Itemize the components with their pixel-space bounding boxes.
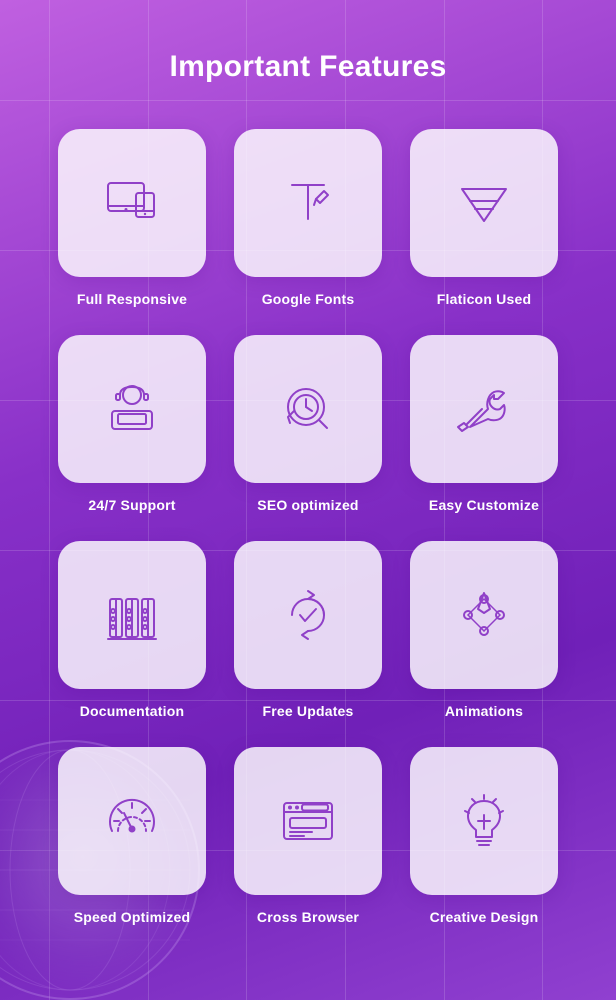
speed-icon [96, 785, 168, 857]
feature-seo: SEO optimized [231, 335, 385, 513]
feature-label-creative: Creative Design [430, 909, 539, 925]
animations-icon [448, 579, 520, 651]
feature-support: 24/7 Support [55, 335, 209, 513]
feature-label-documentation: Documentation [80, 703, 185, 719]
feature-animations: Animations [407, 541, 561, 719]
feature-flaticon-used: Flaticon Used [407, 129, 561, 307]
feature-label-support: 24/7 Support [88, 497, 175, 513]
feature-label-google-fonts: Google Fonts [262, 291, 355, 307]
feature-label-full-responsive: Full Responsive [77, 291, 187, 307]
customize-icon [448, 373, 520, 445]
feature-card-support [58, 335, 206, 483]
feature-card-animations [410, 541, 558, 689]
support-icon [96, 373, 168, 445]
creative-icon [448, 785, 520, 857]
updates-icon [272, 579, 344, 651]
feature-updates: Free Updates [231, 541, 385, 719]
responsive-icon [96, 167, 168, 239]
seo-icon [272, 373, 344, 445]
feature-card-customize [410, 335, 558, 483]
page-title: Important Features [55, 50, 561, 84]
feature-label-updates: Free Updates [262, 703, 353, 719]
documentation-icon [96, 579, 168, 651]
feature-creative: Creative Design [407, 747, 561, 925]
feature-customize: Easy Customize [407, 335, 561, 513]
feature-label-customize: Easy Customize [429, 497, 539, 513]
feature-card-updates [234, 541, 382, 689]
feature-card-browser [234, 747, 382, 895]
feature-documentation: Documentation [55, 541, 209, 719]
fonts-icon [272, 167, 344, 239]
feature-label-browser: Cross Browser [257, 909, 359, 925]
feature-google-fonts: Google Fonts [231, 129, 385, 307]
features-grid: Full Responsive Google Fonts [55, 129, 561, 925]
feature-card-flaticon-used [410, 129, 558, 277]
feature-card-documentation [58, 541, 206, 689]
feature-label-seo: SEO optimized [257, 497, 358, 513]
feature-speed: Speed Optimized [55, 747, 209, 925]
feature-label-speed: Speed Optimized [74, 909, 191, 925]
feature-label-flaticon-used: Flaticon Used [437, 291, 531, 307]
feature-card-speed [58, 747, 206, 895]
feature-card-full-responsive [58, 129, 206, 277]
feature-label-animations: Animations [445, 703, 523, 719]
feature-card-creative [410, 747, 558, 895]
feature-card-seo [234, 335, 382, 483]
feature-full-responsive: Full Responsive [55, 129, 209, 307]
feature-card-google-fonts [234, 129, 382, 277]
feature-browser: Cross Browser [231, 747, 385, 925]
browser-icon [272, 785, 344, 857]
flaticon-icon [448, 167, 520, 239]
